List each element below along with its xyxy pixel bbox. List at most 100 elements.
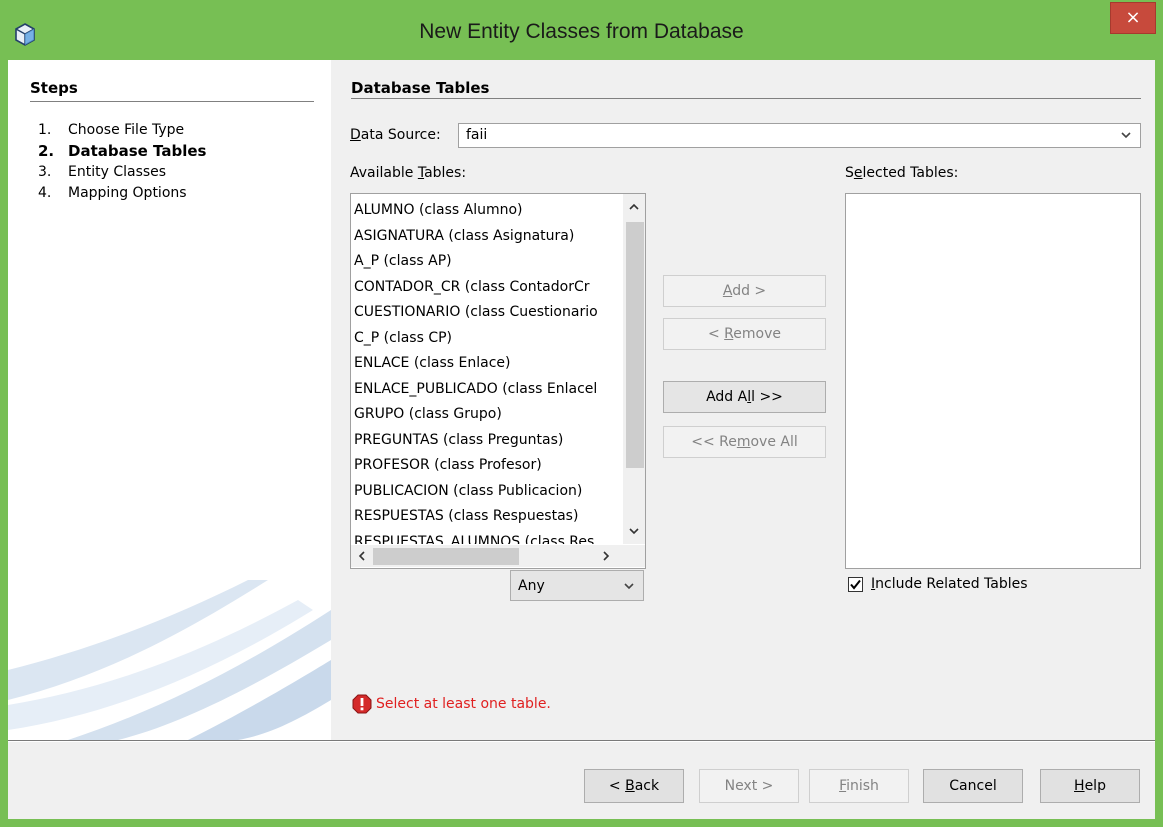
error-text: Select at least one table. bbox=[376, 696, 551, 712]
decorative-swoosh-graphic bbox=[8, 580, 331, 740]
vertical-scroll-thumb[interactable] bbox=[626, 222, 644, 468]
button-label: < bbox=[608, 778, 626, 794]
window-title: New Entity Classes from Database bbox=[419, 20, 744, 43]
help-button[interactable]: Help bbox=[1040, 769, 1140, 803]
chevron-down-icon bbox=[624, 583, 634, 590]
button-label: Next > bbox=[724, 778, 774, 794]
button-label: Add A bbox=[706, 389, 748, 405]
step-item: 1. Choose File Type bbox=[30, 120, 206, 141]
list-item[interactable]: PROFESOR (class Profesor) bbox=[354, 453, 622, 479]
scroll-right-icon[interactable] bbox=[599, 549, 613, 563]
button-label: ove All bbox=[750, 434, 798, 450]
data-source-label: Data Source: bbox=[350, 127, 441, 143]
table-filter-value: Any bbox=[518, 578, 545, 594]
remove-all-button[interactable]: << Remove All bbox=[663, 426, 826, 458]
steps-divider bbox=[30, 101, 314, 102]
list-item[interactable]: PUBLICACION (class Publicacion) bbox=[354, 479, 622, 505]
step-label: Database Tables bbox=[68, 142, 207, 160]
button-label: << Re bbox=[691, 434, 737, 450]
include-related-label[interactable]: Include Related Tables bbox=[871, 576, 1028, 592]
button-label: inish bbox=[846, 778, 879, 794]
list-item[interactable]: ENLACE_PUBLICADO (class Enlacel bbox=[354, 377, 622, 403]
label-text: S bbox=[845, 165, 854, 181]
list-item[interactable]: ENLACE (class Enlace) bbox=[354, 351, 622, 377]
mnemonic: m bbox=[736, 434, 751, 450]
next-button[interactable]: Next > bbox=[699, 769, 799, 803]
close-icon: × bbox=[1125, 7, 1141, 28]
button-label: elp bbox=[1084, 778, 1106, 794]
label-text: Available bbox=[350, 165, 418, 181]
step-label: Mapping Options bbox=[68, 185, 187, 201]
chevron-down-icon bbox=[1121, 132, 1131, 139]
section-divider bbox=[351, 98, 1141, 99]
step-item: 4. Mapping Options bbox=[30, 183, 206, 204]
step-item-current: 2. Database Tables bbox=[30, 141, 206, 162]
scroll-left-icon[interactable] bbox=[355, 549, 369, 563]
add-all-button[interactable]: Add All >> bbox=[663, 381, 826, 413]
step-number: 3. bbox=[38, 164, 52, 180]
include-related-checkbox[interactable] bbox=[848, 577, 863, 592]
button-label: < bbox=[707, 326, 725, 342]
list-item[interactable]: RESPUESTAS (class Respuestas) bbox=[354, 504, 622, 530]
close-button[interactable]: × bbox=[1110, 2, 1156, 34]
label-text: nclude Related Tables bbox=[875, 576, 1028, 592]
back-button[interactable]: < Back bbox=[584, 769, 684, 803]
mnemonic: R bbox=[724, 326, 734, 342]
mnemonic: B bbox=[625, 778, 635, 794]
table-filter-select[interactable]: Any bbox=[510, 570, 644, 601]
selected-tables-list[interactable] bbox=[845, 193, 1141, 569]
button-label: ack bbox=[634, 778, 660, 794]
vertical-scrollbar[interactable] bbox=[623, 194, 645, 544]
button-label: dd > bbox=[732, 283, 767, 299]
list-item[interactable]: C_P (class CP) bbox=[354, 326, 622, 352]
horizontal-scroll-thumb[interactable] bbox=[373, 548, 519, 565]
available-tables-items: ALUMNO (class Alumno) ASIGNATURA (class … bbox=[354, 198, 622, 544]
selected-tables-label: Selected Tables: bbox=[845, 165, 958, 181]
title-bar[interactable]: New Entity Classes from Database × bbox=[0, 0, 1163, 60]
footer-divider-highlight bbox=[8, 741, 1155, 742]
mnemonic: e bbox=[853, 165, 863, 181]
mnemonic: A bbox=[722, 283, 733, 299]
dialog-content: Steps 1. Choose File Type 2. Database Tabl… bbox=[8, 60, 1155, 819]
list-item[interactable]: PREGUNTAS (class Preguntas) bbox=[354, 428, 622, 454]
button-label: emove bbox=[733, 326, 781, 342]
step-number: 1. bbox=[38, 122, 52, 138]
list-item[interactable]: RESPUESTAS_ALUMNOS (class Res bbox=[354, 530, 622, 544]
error-icon bbox=[352, 694, 372, 714]
scroll-corner bbox=[623, 545, 645, 567]
finish-button[interactable]: Finish bbox=[809, 769, 909, 803]
available-tables-label: Available Tables: bbox=[350, 165, 466, 181]
step-item: 3. Entity Classes bbox=[30, 162, 206, 183]
step-label: Entity Classes bbox=[68, 164, 167, 180]
available-tables-list[interactable]: ALUMNO (class Alumno) ASIGNATURA (class … bbox=[350, 193, 646, 569]
list-item[interactable]: GRUPO (class Grupo) bbox=[354, 402, 622, 428]
label-text: ata Source: bbox=[360, 127, 441, 143]
step-number: 4. bbox=[38, 185, 52, 201]
list-item[interactable]: CONTADOR_CR (class ContadorCr bbox=[354, 275, 622, 301]
dialog-window: New Entity Classes from Database × Steps… bbox=[0, 0, 1163, 827]
mnemonic: D bbox=[350, 127, 361, 143]
steps-heading: Steps bbox=[30, 79, 78, 97]
list-item[interactable]: ASIGNATURA (class Asignatura) bbox=[354, 224, 622, 250]
list-item[interactable]: A_P (class AP) bbox=[354, 249, 622, 275]
step-number: 2. bbox=[38, 142, 55, 160]
steps-panel: Steps 1. Choose File Type 2. Database Tabl… bbox=[8, 60, 331, 740]
section-heading: Database Tables bbox=[351, 79, 490, 97]
data-source-select[interactable]: faii bbox=[458, 123, 1141, 148]
data-source-value: faii bbox=[466, 127, 488, 143]
scroll-down-icon[interactable] bbox=[627, 524, 641, 538]
list-item[interactable]: ALUMNO (class Alumno) bbox=[354, 198, 622, 224]
cancel-button[interactable]: Cancel bbox=[923, 769, 1023, 803]
list-item[interactable]: CUESTIONARIO (class Cuestionario bbox=[354, 300, 622, 326]
checkmark-icon bbox=[850, 579, 861, 590]
add-button[interactable]: Add > bbox=[663, 275, 826, 307]
step-label: Choose File Type bbox=[68, 122, 185, 138]
label-text: ables: bbox=[424, 165, 467, 181]
mnemonic: H bbox=[1074, 778, 1085, 794]
button-label: Cancel bbox=[949, 778, 997, 794]
steps-list: 1. Choose File Type 2. Database Tables 3. E… bbox=[30, 120, 206, 204]
button-label: l >> bbox=[751, 389, 783, 405]
scroll-up-icon[interactable] bbox=[627, 200, 641, 214]
horizontal-scrollbar[interactable] bbox=[351, 545, 623, 567]
remove-button[interactable]: < Remove bbox=[663, 318, 826, 350]
